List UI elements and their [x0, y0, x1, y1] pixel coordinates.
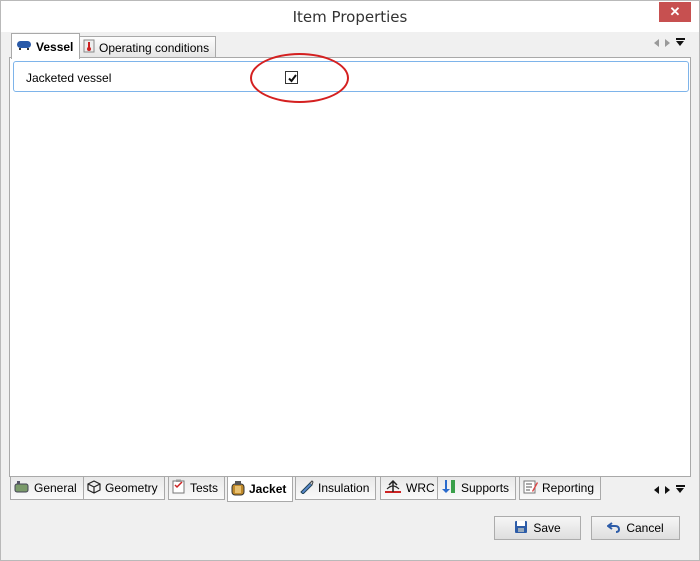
scroll-right-icon[interactable] [665, 38, 670, 47]
cancel-button[interactable]: Cancel [591, 516, 680, 540]
tab-wrc-label: WRC [406, 481, 435, 495]
thermometer-icon [83, 39, 95, 56]
bottom-tab-strip: General Geometry Tests Jacket Insulation [9, 477, 691, 503]
tab-insulation-label: Insulation [318, 481, 370, 495]
tab-tests[interactable]: Tests [168, 477, 226, 500]
property-row-jacketed-vessel: Jacketed vessel [13, 53, 689, 103]
geometry-icon [87, 479, 101, 497]
top-tab-scroll-controls [654, 38, 685, 47]
cancel-button-label: Cancel [626, 521, 664, 535]
tests-icon [172, 479, 186, 497]
close-button[interactable]: ✕ [659, 2, 691, 22]
tab-jacket[interactable]: Jacket [227, 477, 294, 502]
undo-icon [606, 520, 621, 537]
tab-general-label: General [34, 481, 77, 495]
floppy-disk-icon [514, 520, 528, 537]
item-properties-window: Item Properties ✕ Vessel Operating condi… [0, 0, 700, 561]
tab-geometry[interactable]: Geometry [83, 477, 165, 500]
window-title: Item Properties [292, 8, 408, 26]
tab-list-dropdown-icon[interactable] [676, 38, 685, 47]
save-button[interactable]: Save [494, 516, 581, 540]
checkmark-icon [288, 74, 297, 83]
general-icon [14, 480, 30, 497]
wrc-icon [384, 479, 402, 497]
tab-jacket-label: Jacket [249, 482, 287, 496]
tab-vessel[interactable]: Vessel [11, 33, 81, 59]
tab-geometry-label: Geometry [105, 481, 158, 495]
jacketed-vessel-label: Jacketed vessel [26, 71, 112, 85]
scroll-left-icon[interactable] [654, 485, 659, 494]
tab-wrc[interactable]: WRC [380, 477, 442, 500]
supports-icon [441, 479, 457, 497]
scroll-left-icon[interactable] [654, 38, 659, 47]
property-panel: Jacketed vessel [9, 53, 691, 477]
save-button-label: Save [533, 521, 561, 535]
tab-reporting-label: Reporting [542, 481, 595, 495]
tab-vessel-label: Vessel [36, 39, 74, 54]
jacket-icon [231, 480, 245, 499]
title-bar: Item Properties ✕ [1, 1, 699, 32]
tab-insulation[interactable]: Insulation [295, 477, 377, 500]
close-icon: ✕ [669, 4, 681, 19]
vessel-icon [16, 39, 32, 54]
tab-supports[interactable]: Supports [437, 477, 517, 500]
tab-operating-conditions[interactable]: Operating conditions [78, 36, 217, 58]
tab-general[interactable]: General [10, 477, 84, 500]
tab-operating-conditions-label: Operating conditions [99, 40, 210, 55]
top-tab-strip: Vessel Operating conditions [9, 32, 691, 59]
reporting-icon [523, 479, 538, 497]
scroll-right-icon[interactable] [665, 485, 670, 494]
tab-reporting[interactable]: Reporting [519, 477, 602, 500]
tab-list-dropdown-icon[interactable] [676, 485, 685, 494]
tab-supports-label: Supports [461, 481, 510, 495]
insulation-icon [299, 479, 314, 497]
jacketed-vessel-checkbox[interactable] [285, 71, 298, 84]
bottom-tab-scroll-controls [654, 485, 685, 494]
red-annotation-circle [250, 53, 349, 103]
dialog-footer: Save Cancel [1, 504, 699, 560]
tab-tests-label: Tests [190, 481, 219, 495]
